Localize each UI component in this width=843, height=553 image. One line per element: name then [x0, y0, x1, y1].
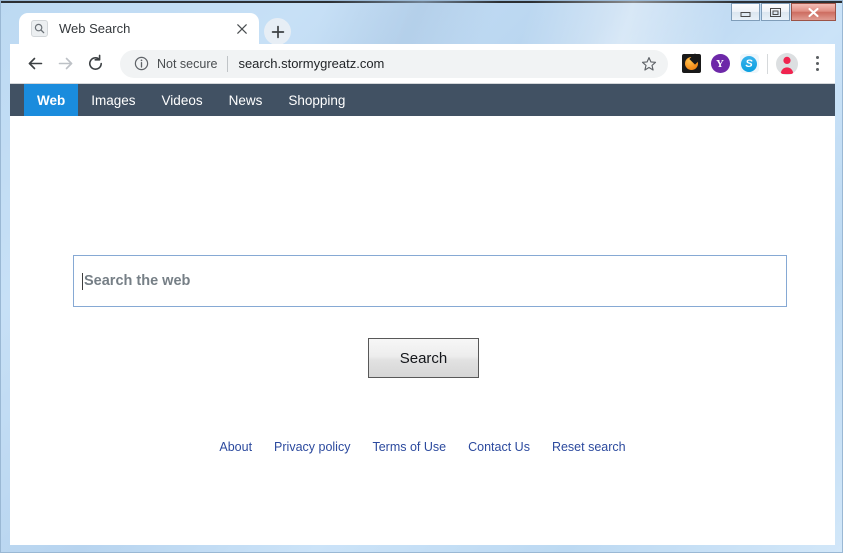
close-window-button[interactable]	[791, 3, 836, 21]
skype-extension-icon[interactable]: S	[739, 54, 759, 74]
orange-extension-icon[interactable]	[681, 54, 701, 74]
search-input[interactable]: Search the web	[73, 255, 787, 307]
info-circle-icon[interactable]	[133, 56, 149, 72]
footer-link-about[interactable]: About	[219, 440, 252, 454]
sidebar-item-shopping[interactable]: Shopping	[275, 84, 358, 116]
page-viewport: Web Images Videos News Shopping Search t…	[10, 84, 835, 545]
title-bar-top-line	[1, 1, 842, 3]
profile-avatar-icon[interactable]	[776, 52, 798, 75]
new-tab-button[interactable]	[264, 18, 291, 45]
url-text: search.stormygreatz.com	[238, 56, 385, 71]
sidebar-item-videos[interactable]: Videos	[149, 84, 216, 116]
nav-label-shopping: Shopping	[288, 92, 346, 108]
footer-link-reset-search[interactable]: Reset search	[552, 440, 626, 454]
search-button[interactable]: Search	[368, 338, 479, 378]
reload-button[interactable]	[80, 49, 110, 79]
sidebar-item-web[interactable]: Web	[24, 84, 79, 116]
site-navigation-bar: Web Images Videos News Shopping	[10, 84, 835, 116]
nav-label-images: Images	[91, 92, 136, 108]
footer-link-privacy-policy[interactable]: Privacy policy	[274, 440, 350, 454]
forward-button[interactable]	[50, 49, 80, 79]
browser-tab[interactable]: Web Search	[19, 13, 259, 44]
footer-link-contact-us[interactable]: Contact Us	[468, 440, 530, 454]
browser-window: Web Search Not secure search.stormygreat…	[0, 0, 843, 553]
yahoo-extension-label: Y	[710, 54, 730, 73]
security-status-text: Not secure	[157, 56, 218, 71]
browser-toolbar: Not secure search.stormygreatz.com Y S	[10, 44, 835, 84]
skype-extension-label: S	[741, 55, 757, 72]
sidebar-item-news[interactable]: News	[216, 84, 276, 116]
nav-label-videos: Videos	[161, 92, 203, 108]
minimize-button[interactable]	[731, 3, 760, 21]
nav-label-news: News	[228, 92, 263, 108]
nav-label-web: Web	[37, 92, 66, 108]
address-bar[interactable]: Not secure search.stormygreatz.com	[120, 49, 668, 78]
search-placeholder-text: Search the web	[84, 273, 191, 289]
window-controls	[731, 3, 836, 21]
title-bar: Web Search	[1, 1, 842, 45]
three-dot-menu-icon[interactable]	[805, 51, 829, 77]
back-button[interactable]	[20, 49, 50, 79]
footer-links: About Privacy policy Terms of Use Contac…	[10, 440, 835, 454]
footer-link-terms-of-use[interactable]: Terms of Use	[372, 440, 446, 454]
restore-button[interactable]	[761, 3, 790, 21]
omnibox-divider	[227, 55, 229, 72]
tab-title: Web Search	[59, 21, 131, 36]
page-content: Search the web Search About Privacy poli…	[10, 116, 835, 545]
search-icon	[31, 20, 48, 37]
yahoo-extension-icon[interactable]: Y	[710, 54, 730, 74]
bookmark-star-icon[interactable]	[636, 51, 662, 77]
toolbar-divider	[767, 53, 768, 74]
sidebar-item-images[interactable]: Images	[78, 84, 148, 116]
close-tab-icon[interactable]	[233, 20, 250, 37]
text-cursor	[82, 272, 83, 290]
extension-icons: Y S	[681, 54, 759, 74]
